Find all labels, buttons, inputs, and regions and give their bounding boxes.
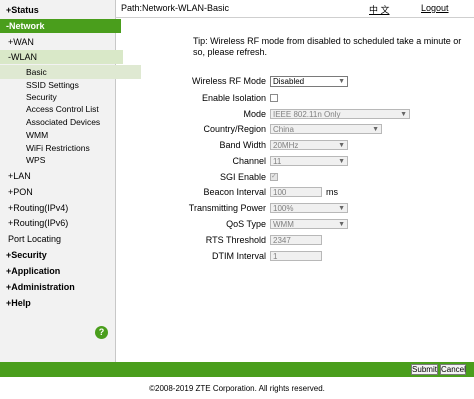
tx-power-select[interactable]: 100% ▼ (270, 203, 348, 213)
tip-text: Tip: Wireless RF mode from disabled to s… (193, 36, 462, 57)
chevron-down-icon: ▼ (338, 205, 345, 212)
isolation-label: Enable Isolation (201, 93, 266, 103)
mode-value: IEEE 802.11n Only (273, 110, 341, 119)
nav-network[interactable]: -Network (0, 19, 121, 33)
bandwidth-select[interactable]: 20MHz ▼ (270, 140, 348, 150)
nav-help[interactable]: +Help (0, 296, 121, 310)
beacon-label: Beacon Interval (203, 187, 266, 197)
footer-bar (0, 362, 474, 377)
chevron-down-icon: ▼ (372, 126, 379, 133)
rts-label: RTS Threshold (205, 235, 266, 245)
channel-select[interactable]: 11 ▼ (270, 156, 348, 166)
rts-input[interactable]: 2347 (270, 235, 322, 245)
nav-routing-ipv6[interactable]: +Routing(IPv6) (0, 216, 123, 230)
copyright-text: ©2008-2019 ZTE Corporation. All rights r… (149, 384, 325, 393)
country-select[interactable]: China ▼ (270, 124, 382, 134)
breadcrumb: Path:Network-WLAN-Basic (121, 3, 230, 13)
help-icon[interactable]: ? (95, 326, 108, 339)
submit-button[interactable]: Submit (411, 364, 438, 375)
logout-link[interactable]: Logout (421, 3, 449, 13)
qos-value: WMM (273, 220, 294, 229)
nav-associated-devices[interactable]: Associated Devices (0, 115, 141, 129)
language-link[interactable]: 中 文 (369, 3, 390, 16)
beacon-unit: ms (326, 187, 338, 197)
tx-power-label: Transmitting Power (188, 203, 266, 213)
sidebar: +Status -Network +WAN -WLAN Basic SSID S… (0, 0, 141, 362)
header-bar: Path:Network-WLAN-Basic 中 文 Logout (115, 0, 474, 18)
cancel-button[interactable]: Cancel (440, 364, 466, 375)
nav-security[interactable]: +Security (0, 248, 121, 262)
dtim-label: DTIM Interval (211, 251, 266, 261)
nav-status[interactable]: +Status (0, 3, 121, 17)
bandwidth-label: Band Width (219, 140, 266, 150)
rf-mode-value: Disabled (273, 77, 305, 86)
sgi-checkbox[interactable] (270, 172, 278, 181)
chevron-down-icon: ▼ (338, 142, 345, 149)
nav-lan[interactable]: +LAN (0, 169, 123, 183)
qos-select[interactable]: WMM ▼ (270, 219, 348, 229)
mode-select[interactable]: IEEE 802.11n Only ▼ (270, 109, 410, 119)
chevron-down-icon: ▼ (338, 78, 345, 85)
qos-label: QoS Type (226, 219, 266, 229)
mode-label: Mode (243, 109, 266, 119)
chevron-down-icon: ▼ (338, 158, 345, 165)
chevron-down-icon: ▼ (338, 221, 345, 228)
nav-access-control-list[interactable]: Access Control List (0, 102, 141, 116)
nav-wan[interactable]: +WAN (0, 35, 123, 49)
nav-wmm[interactable]: WMM (0, 128, 141, 142)
nav-pon[interactable]: +PON (0, 185, 123, 199)
chevron-down-icon: ▼ (400, 111, 407, 118)
sgi-label: SGI Enable (219, 172, 266, 182)
nav-routing-ipv4[interactable]: +Routing(IPv4) (0, 201, 123, 215)
beacon-input[interactable]: 100 (270, 187, 322, 197)
nav-application[interactable]: +Application (0, 264, 121, 278)
rf-mode-label: Wireless RF Mode (191, 76, 266, 86)
nav-wlan-basic[interactable]: Basic (0, 65, 141, 79)
channel-label: Channel (232, 156, 266, 166)
isolation-checkbox[interactable] (270, 94, 278, 102)
country-value: China (273, 125, 294, 134)
nav-wps[interactable]: WPS (0, 153, 141, 167)
nav-wlan[interactable]: -WLAN (0, 50, 123, 64)
tx-power-value: 100% (273, 204, 294, 213)
bandwidth-value: 20MHz (273, 141, 299, 150)
country-label: Country/Region (203, 124, 266, 134)
nav-administration[interactable]: +Administration (0, 280, 121, 294)
rf-mode-select[interactable]: Disabled ▼ (270, 76, 348, 87)
nav-port-locating[interactable]: Port Locating (0, 232, 123, 246)
dtim-input[interactable]: 1 (270, 251, 322, 261)
channel-value: 11 (273, 157, 282, 166)
